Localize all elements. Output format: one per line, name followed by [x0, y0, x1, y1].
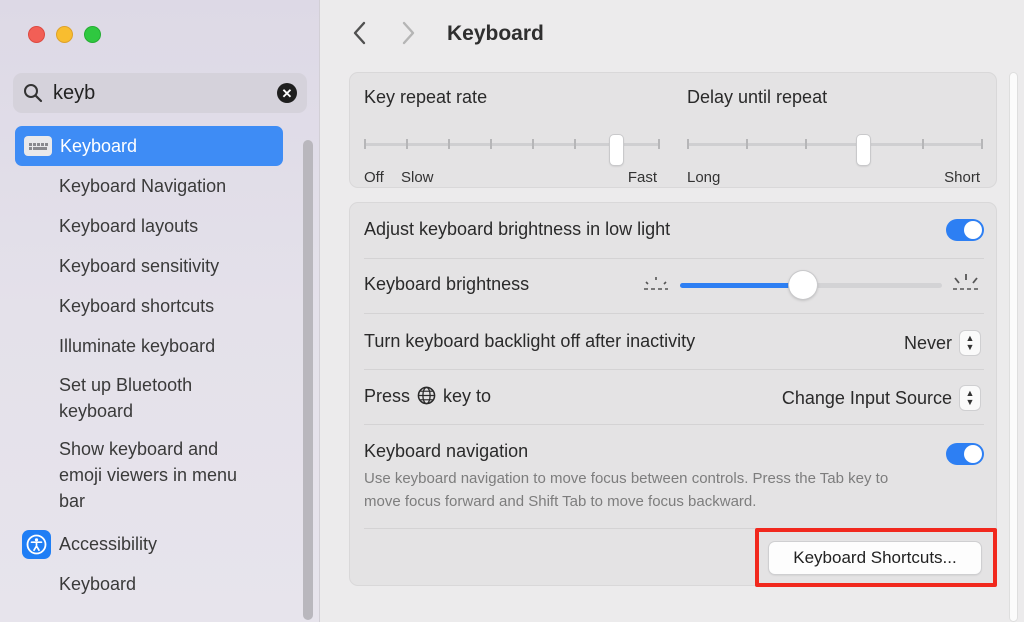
sidebar-item-label: Keyboard [60, 135, 138, 156]
slider-tick [804, 139, 807, 149]
keyboard-icon [24, 136, 52, 156]
slider-tick [490, 139, 492, 149]
window-controls [28, 26, 101, 43]
minimize-window-button[interactable] [56, 26, 73, 43]
backlight-off-popup[interactable]: Never ▲ ▼ [904, 331, 980, 355]
keyboard-navigation-toggle[interactable] [946, 443, 984, 465]
chevron-up-down-icon: ▲ ▼ [960, 386, 980, 410]
key-repeat-rate-title: Key repeat rate [364, 87, 488, 107]
chevron-right-icon [402, 21, 415, 45]
sidebar-subitem-emoji-viewers[interactable]: Show keyboard and emoji viewers in menu … [0, 430, 265, 520]
divider [364, 313, 984, 314]
search-icon [24, 84, 43, 103]
toolbar: Keyboard [321, 0, 1024, 68]
sidebar-item-accessibility[interactable]: Accessibility [22, 524, 300, 564]
slider-tick [658, 139, 660, 149]
adjust-brightness-label: Adjust keyboard brightness in low light [364, 219, 671, 239]
keyboard-navigation-label: Keyboard navigation [364, 441, 529, 461]
backlight-off-label: Turn keyboard backlight off after inacti… [364, 331, 696, 351]
press-globe-key-row: Press key to Change Input Source ▲ ▼ [364, 386, 984, 412]
slider-tick [922, 139, 925, 149]
divider [364, 369, 984, 370]
keyboard-shortcuts-button[interactable]: Keyboard Shortcuts... [769, 542, 981, 574]
brightness-slider-thumb[interactable] [789, 271, 818, 299]
keyboard-brightness-label: Keyboard brightness [364, 274, 530, 294]
key-repeat-fast-label: Fast [627, 169, 657, 186]
brightness-high-icon [953, 274, 979, 290]
accessibility-icon [22, 529, 51, 559]
slider-tick [745, 139, 748, 149]
delay-short-label: Short [944, 169, 980, 186]
forward-button[interactable] [401, 20, 417, 53]
sidebar-subitem-keyboard-layouts[interactable]: Keyboard layouts [0, 206, 300, 246]
delay-until-repeat-title: Delay until repeat [687, 87, 828, 107]
main-pane: Keyboard Key repeat rate Off Slow Fast D… [321, 0, 1024, 622]
clear-search-icon[interactable]: ✕ [277, 83, 297, 103]
slider-tick [981, 139, 983, 149]
slider-tick [532, 139, 534, 149]
delay-until-repeat-group: Delay until repeat Long Short [687, 87, 983, 186]
slider-tick [448, 139, 450, 149]
main-scrollbar[interactable] [1009, 72, 1018, 622]
keyboard-navigation-row: Keyboard navigation [364, 441, 984, 465]
slider-thumb[interactable] [609, 135, 623, 165]
key-repeat-off-label: Off [364, 169, 384, 186]
slider-tick [364, 139, 366, 149]
slider-thumb[interactable] [857, 135, 871, 165]
search-input[interactable]: keyb [53, 82, 277, 105]
sidebar-subitem-accessibility-keyboard[interactable]: Keyboard [0, 564, 300, 604]
brightness-low-icon [644, 277, 668, 290]
close-window-button[interactable] [28, 26, 45, 43]
sidebar-subitem-bluetooth-keyboard[interactable]: Set up Bluetooth keyboard [0, 366, 240, 430]
keyboard-navigation-description: Use keyboard navigation to move focus be… [364, 470, 889, 510]
slider-tick [574, 139, 576, 149]
divider [364, 424, 984, 425]
sidebar-item-keyboard[interactable]: Keyboard [15, 126, 283, 166]
chevron-left-icon [353, 21, 366, 45]
adjust-brightness-toggle[interactable] [946, 219, 984, 241]
search-field[interactable]: keyb ✕ [13, 73, 307, 113]
keyboard-brightness-row: Keyboard brightness [364, 271, 984, 299]
divider [364, 258, 984, 259]
sidebar-subitem-keyboard-shortcuts[interactable]: Keyboard shortcuts [0, 286, 300, 326]
globe-icon [417, 386, 436, 405]
sidebar-subitem-keyboard-navigation[interactable]: Keyboard Navigation [0, 166, 300, 206]
key-repeat-slow-label: Slow [401, 169, 434, 186]
keyboard-brightness-slider[interactable] [680, 271, 942, 299]
page-title: Keyboard [447, 22, 544, 45]
sidebar: keyb ✕ Keyboard Keyboard Navigation Keyb… [0, 0, 320, 622]
slider-tick [406, 139, 408, 149]
repeat-settings-card: Key repeat rate Off Slow Fast Delay unti… [349, 72, 997, 188]
delay-until-repeat-slider[interactable] [687, 135, 983, 165]
key-repeat-rate-slider[interactable] [364, 135, 660, 165]
adjust-brightness-row: Adjust keyboard brightness in low light [364, 219, 984, 243]
backlight-off-row: Turn keyboard backlight off after inacti… [364, 331, 984, 357]
slider-tick [687, 139, 689, 149]
sidebar-subitem-keyboard-sensitivity[interactable]: Keyboard sensitivity [0, 246, 300, 286]
sidebar-subitem-illuminate-keyboard[interactable]: Illuminate keyboard [0, 326, 300, 366]
delay-long-label: Long [687, 169, 721, 186]
zoom-window-button[interactable] [84, 26, 101, 43]
sidebar-scrollbar[interactable] [303, 140, 313, 620]
back-button[interactable] [351, 20, 367, 53]
key-repeat-rate-group: Key repeat rate Off Slow Fast [364, 87, 660, 186]
sidebar-list: Keyboard Keyboard Navigation Keyboard la… [0, 126, 300, 604]
press-globe-key-popup[interactable]: Change Input Source ▲ ▼ [782, 386, 980, 410]
chevron-up-down-icon: ▲ ▼ [960, 331, 980, 355]
